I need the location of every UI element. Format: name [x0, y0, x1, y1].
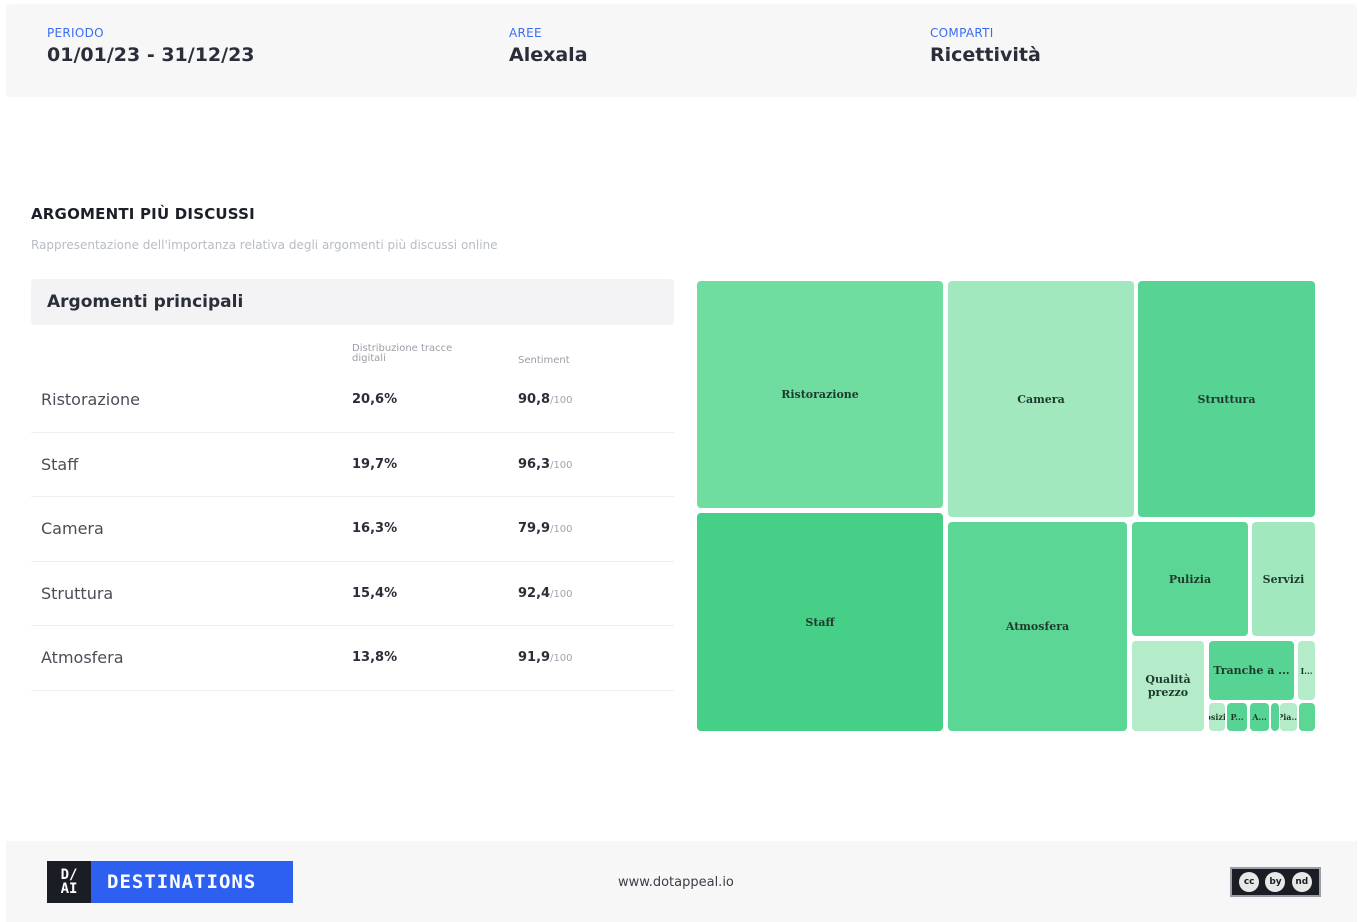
section-subtitle: Rappresentazione dell'importanza relativ… [31, 238, 498, 252]
treemap-tile[interactable]: I... [1298, 641, 1315, 700]
filter-bar: PERIODO 01/01/23 - 31/12/23 AREE Alexala… [6, 4, 1357, 97]
table-row: Struttura 15,4% 92,4/100 [31, 562, 674, 627]
website-link[interactable]: www.dotappeal.io [618, 875, 734, 890]
column-header-sentiment: Sentiment [518, 355, 570, 366]
topic-name: Staff [41, 454, 79, 474]
table-row: Camera 16,3% 79,9/100 [31, 497, 674, 562]
treemap-tile[interactable]: A... [1250, 703, 1269, 731]
treemap-tile[interactable]: Tranche a ... [1209, 641, 1294, 700]
treemap-tile[interactable]: Qualità prezzo [1132, 641, 1204, 731]
filter-aree[interactable]: AREE Alexala [509, 26, 588, 66]
cc-nd-icon: nd [1291, 872, 1312, 892]
topic-distribution: 16,3% [352, 521, 398, 537]
topic-distribution: 15,4% [352, 585, 398, 601]
footer: D/ AI DESTINATIONS www.dotappeal.io cc b… [6, 841, 1357, 922]
cc-icon: cc [1239, 872, 1260, 892]
topics-table: Ristorazione 20,6% 90,8/100 Staff 19,7% … [31, 368, 674, 691]
logo-mark: D/ AI [47, 861, 91, 903]
table-row: Ristorazione 20,6% 90,8/100 [31, 368, 674, 433]
table-title-bar: Argomenti principali [31, 279, 674, 325]
destinations-logo: D/ AI DESTINATIONS [47, 861, 293, 903]
topic-name: Ristorazione [41, 390, 140, 409]
filter-comparti-value: Ricettività [930, 44, 1041, 66]
column-header-distribution: Distribuzione tracce digitali [352, 343, 453, 364]
treemap-tile[interactable] [1299, 703, 1315, 731]
topic-distribution: 19,7% [352, 456, 398, 472]
filter-comparti[interactable]: COMPARTI Ricettività [930, 26, 1041, 66]
topic-sentiment: 96,3/100 [518, 456, 573, 472]
filter-aree-value: Alexala [509, 44, 588, 66]
treemap-tile[interactable]: Camera [948, 281, 1134, 517]
topic-name: Atmosfera [41, 648, 124, 668]
filter-periodo[interactable]: PERIODO 01/01/23 - 31/12/23 [47, 26, 255, 66]
filter-aree-label: AREE [509, 26, 542, 40]
treemap-tile[interactable]: Pia... [1280, 703, 1297, 731]
treemap-tile[interactable]: Pulizia [1132, 522, 1248, 636]
topic-sentiment: 92,4/100 [518, 585, 573, 601]
topic-sentiment: 91,9/100 [518, 650, 573, 666]
treemap-tile[interactable]: Struttura [1138, 281, 1315, 517]
table-title: Argomenti principali [47, 292, 244, 312]
filter-comparti-label: COMPARTI [930, 26, 994, 40]
topic-distribution: 13,8% [352, 650, 398, 666]
treemap-tile[interactable]: Servizi [1252, 522, 1315, 636]
treemap-tile[interactable]: Ristorazione [697, 281, 943, 508]
treemap-tile[interactable] [1271, 703, 1279, 731]
cc-by-icon: by [1265, 872, 1286, 892]
section-title: ARGOMENTI PIÙ DISCUSSI [31, 205, 255, 223]
topic-sentiment: 90,8/100 [518, 392, 573, 407]
table-row: Atmosfera 13,8% 91,9/100 [31, 626, 674, 691]
treemap-tile[interactable]: Atmosfera [948, 522, 1127, 731]
topic-name: Struttura [41, 583, 114, 603]
treemap-tile[interactable]: P... [1227, 703, 1247, 731]
treemap-tile[interactable]: Posizi... [1209, 703, 1225, 731]
treemap-tile[interactable]: Staff [697, 513, 943, 731]
topic-sentiment: 79,9/100 [518, 521, 573, 537]
filter-periodo-value: 01/01/23 - 31/12/23 [47, 44, 255, 66]
table-row: Staff 19,7% 96,3/100 [31, 433, 674, 498]
cc-license-badge: cc by nd [1230, 867, 1321, 897]
filter-periodo-label: PERIODO [47, 26, 104, 40]
topic-distribution: 20,6% [352, 392, 398, 407]
logo-text: DESTINATIONS [107, 871, 257, 893]
topic-name: Camera [41, 519, 104, 539]
